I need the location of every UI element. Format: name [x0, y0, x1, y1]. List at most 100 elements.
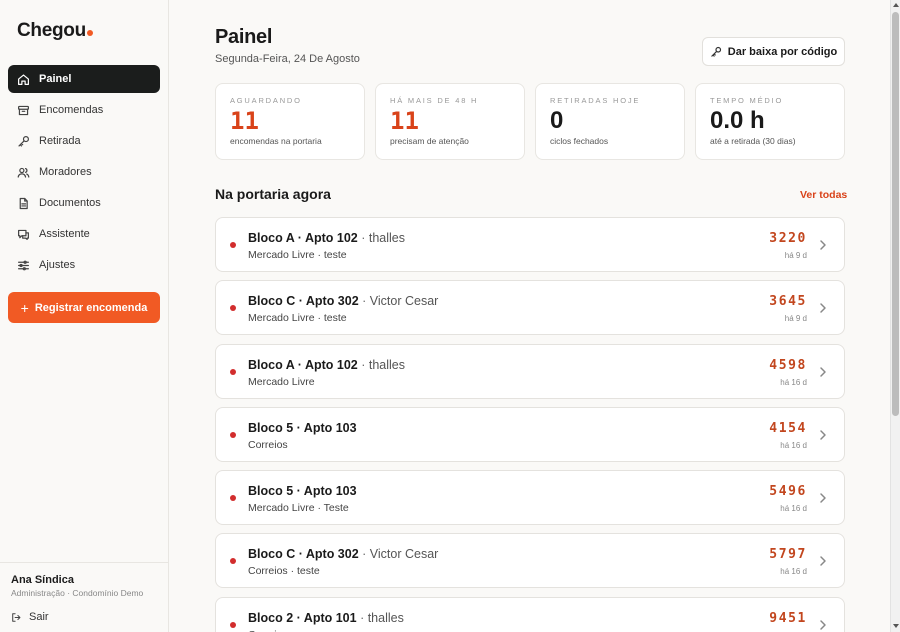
separator: · — [358, 547, 370, 562]
package-row[interactable]: Bloco C · Apto 302 · Victor Cesar Mercado… — [215, 280, 845, 336]
package-row[interactable]: Bloco 5 · Apto 103 Mercado Livre · Teste 5… — [215, 470, 845, 526]
chevron-right-icon — [820, 366, 826, 377]
chevron-right-icon — [820, 240, 826, 250]
page-date: Segunda-Feira, 24 De Agosto — [215, 53, 360, 65]
chevron-right-icon — [820, 493, 826, 503]
package-row[interactable]: Bloco 2 · Apto 101 · thallesCorreios9451… — [215, 596, 845, 632]
alert-dot-icon — [230, 242, 236, 248]
brand-name: Chegou — [17, 20, 86, 41]
pickup-code: 3220 — [769, 231, 807, 246]
sidebar-item-painel[interactable]: Painel — [8, 65, 160, 93]
stat-subtitle: encomendas na portaria — [230, 136, 322, 146]
sidebar-item-encomendas[interactable]: Encomendas — [8, 96, 160, 124]
package-row[interactable]: Bloco 5 · Apto 103 Correios 4154 há 16 d — [215, 406, 845, 462]
register-package-button[interactable]: + Registrar encomenda — [8, 292, 160, 323]
package-title: Bloco 2 · Apto 101 · thalles — [248, 611, 404, 625]
logout-button[interactable]: Sair — [11, 611, 158, 623]
brand-dot — [86, 30, 93, 36]
document-icon — [19, 197, 28, 209]
sidebar-item-retirada[interactable]: Retirada — [8, 127, 160, 155]
stat-card-over-48h: Há mais de 48 h 11 precisam de atenção — [375, 83, 525, 160]
package-row[interactable]: Bloco A · Apto 102 · thalles Mercado Livr… — [215, 343, 845, 399]
stat-label: Tempo médio — [710, 96, 784, 105]
stat-label: Há mais de 48 h — [390, 96, 479, 105]
stat-card-picked-up-today: Retiradas hoje 0 ciclos fechados — [535, 83, 685, 160]
stat-subtitle: até a retirada (30 dias) — [710, 136, 796, 146]
stat-label: Aguardando — [230, 96, 302, 105]
sidebar-item-label: Painel — [39, 73, 72, 85]
stat-value: 0 — [550, 107, 564, 134]
pickup-code: 9451 — [769, 610, 807, 626]
package-title: Bloco A · Apto 102 · thalles — [248, 358, 405, 372]
sidebar-item-label: Documentos — [39, 197, 101, 209]
brand-logo[interactable]: Chegou — [17, 20, 93, 42]
plus-icon: + — [20, 299, 29, 316]
package-age: há 16 d — [780, 504, 807, 514]
user-name: Ana Síndica — [11, 574, 74, 586]
unit-label: Bloco C · Apto 302 — [248, 294, 359, 309]
package-detail: Mercado Livre · teste — [248, 249, 347, 261]
unit-label: Bloco C · Apto 302 — [248, 547, 359, 562]
sidebar-item-label: Retirada — [39, 135, 81, 147]
checkout-by-code-button[interactable]: Dar baixa por código — [702, 37, 845, 66]
resident-name: thalles — [368, 231, 405, 245]
sidebar-item-label: Assistente — [39, 228, 90, 240]
stat-label: Retiradas hoje — [550, 96, 641, 105]
stat-value: 0.0 h — [710, 107, 765, 134]
package-detail: Correios — [248, 438, 288, 451]
scrollbar-thumb[interactable] — [892, 12, 899, 416]
alert-dot-icon — [230, 558, 236, 565]
stat-card-waiting: Aguardando 11 encomendas na portaria — [215, 83, 365, 160]
package-age: há 16 d — [780, 440, 807, 450]
checkout-by-code-label: Dar baixa por código — [727, 45, 838, 58]
pickup-code: 5496 — [769, 484, 807, 500]
alert-dot-icon — [230, 305, 236, 312]
chevron-right-icon — [820, 303, 826, 314]
separator: · — [357, 357, 369, 372]
package-title: Bloco A · Apto 102 · thalles — [248, 231, 405, 245]
scrollbar[interactable] — [890, 0, 900, 632]
sliders-icon — [18, 260, 29, 270]
sidebar-item-label: Ajustes — [39, 259, 76, 271]
chat-icon — [18, 229, 29, 240]
package-detail: Correios · teste — [248, 565, 320, 578]
package-age: há 16 d — [780, 567, 807, 577]
stat-subtitle: ciclos fechados — [550, 136, 609, 146]
package-age: há 9 d — [784, 251, 807, 260]
package-row[interactable]: Bloco A · Apto 102 · thalles Mercado Livr… — [215, 217, 845, 272]
stat-card-average-time: Tempo médio 0.0 h até a retirada (30 dia… — [695, 83, 845, 160]
package-detail: Mercado Livre — [248, 375, 315, 388]
users-icon — [17, 167, 30, 178]
package-title: Bloco C · Apto 302 · Victor Cesar — [248, 294, 438, 308]
sidebar-item-ajustes[interactable]: Ajustes — [8, 251, 160, 279]
main-content: Painel Segunda-Feira, 24 De Agosto Dar b… — [169, 0, 890, 632]
page-title: Painel — [215, 26, 273, 48]
stat-subtitle: precisam de atenção — [390, 136, 469, 146]
chevron-right-icon — [820, 430, 826, 440]
sidebar-item-label: Encomendas — [39, 104, 104, 116]
scroll-up-arrow-icon[interactable] — [893, 3, 899, 7]
alert-dot-icon — [230, 368, 236, 375]
sidebar: Chegou Painel Encomendas Retirada Morado… — [0, 0, 169, 632]
home-icon — [18, 73, 29, 85]
alert-dot-icon — [230, 431, 236, 438]
key-icon — [18, 135, 29, 147]
sidebar-item-assistente[interactable]: Assistente — [8, 220, 160, 248]
package-title: Bloco 5 · Apto 103 — [248, 421, 357, 435]
key-icon — [711, 46, 721, 57]
sidebar-item-moradores[interactable]: Moradores — [8, 158, 160, 186]
box-icon — [18, 105, 29, 115]
package-row[interactable]: Bloco C · Apto 302 · Victor Cesar Correio… — [215, 533, 845, 589]
pickup-code: 3645 — [769, 294, 807, 310]
see-all-link[interactable]: Ver todas — [800, 189, 847, 201]
user-role: Administração · Condomínio Demo — [11, 588, 144, 598]
sidebar-item-documentos[interactable]: Documentos — [8, 189, 160, 217]
pickup-code: 4154 — [769, 420, 807, 436]
package-age: há 16 d — [780, 377, 807, 387]
stats-row: Aguardando 11 encomendas na portaria Há … — [215, 83, 845, 160]
scroll-down-arrow-icon[interactable] — [893, 624, 899, 628]
resident-name: Victor Cesar — [369, 547, 439, 562]
alert-dot-icon — [230, 495, 236, 502]
stat-value: 11 — [390, 107, 419, 135]
separator: · — [356, 610, 368, 625]
